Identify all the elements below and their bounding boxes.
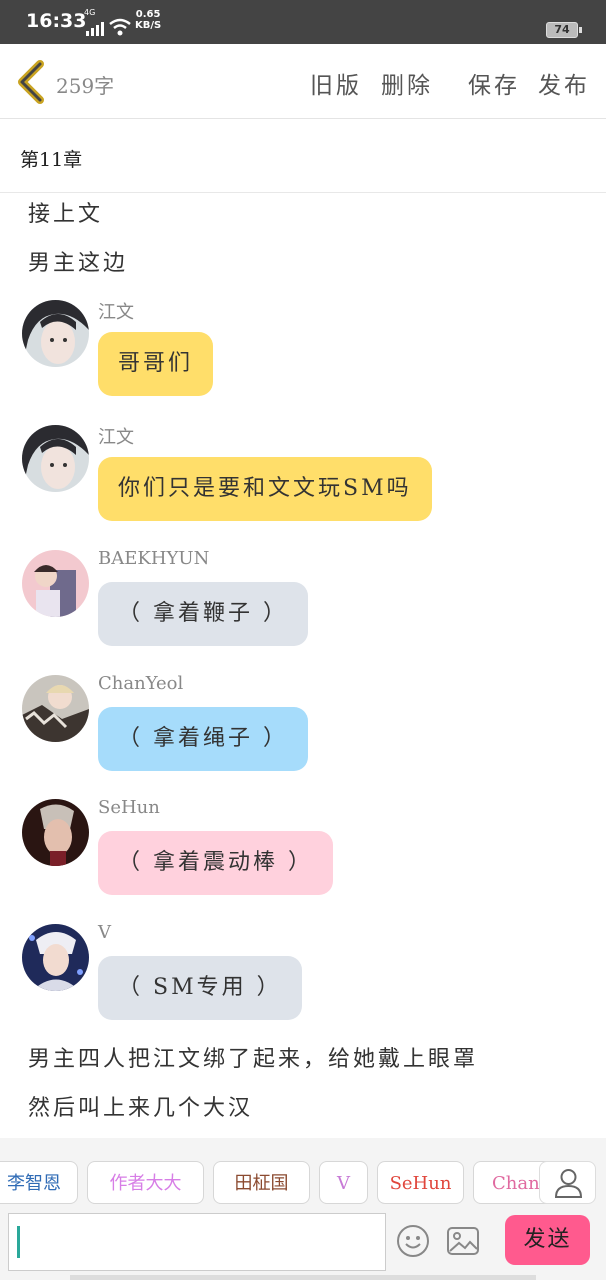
narration-line[interactable]: 然后叫上来几个大汉 bbox=[28, 1090, 253, 1122]
image-icon[interactable] bbox=[446, 1226, 480, 1256]
avatar[interactable] bbox=[22, 675, 89, 742]
message-bubble[interactable]: 哥哥们 bbox=[98, 332, 214, 396]
avatar[interactable] bbox=[22, 924, 89, 991]
signal-icon bbox=[86, 22, 104, 36]
character-chip[interactable]: 李智恩 bbox=[0, 1161, 78, 1204]
speed-value: 0.65 bbox=[135, 9, 161, 20]
message-bubble[interactable]: 你们只是要和文文玩SM吗 bbox=[98, 457, 432, 521]
network-type: 4G bbox=[84, 8, 96, 17]
character-manager-button[interactable] bbox=[539, 1161, 596, 1204]
character-chip[interactable]: SeHun bbox=[377, 1161, 464, 1204]
editor-toolbar: 259字 旧版 删除 保存 发布 bbox=[0, 44, 606, 119]
message-bubble[interactable]: （ 拿着震动棒 ） bbox=[98, 831, 333, 895]
avatar[interactable] bbox=[22, 799, 89, 866]
avatar[interactable] bbox=[22, 300, 89, 367]
back-arrow-icon[interactable] bbox=[14, 60, 46, 104]
sender-name: ChanYeol bbox=[98, 673, 184, 694]
sender-name: 江文 bbox=[98, 302, 134, 323]
narration-line[interactable]: 男主四人把江文绑了起来，给她戴上眼罩 bbox=[28, 1041, 478, 1073]
status-bar: 16:33 4G 0.65 KB/S 74 bbox=[0, 0, 606, 44]
sender-name: SeHun bbox=[98, 797, 160, 818]
message-bubble[interactable]: （ 拿着绳子 ） bbox=[98, 707, 308, 771]
nav-gesture-bar bbox=[70, 1275, 536, 1280]
message-input[interactable] bbox=[8, 1213, 386, 1271]
narration-line[interactable]: 接上文 bbox=[28, 196, 103, 228]
save-button[interactable]: 保存 bbox=[468, 66, 520, 100]
text-cursor bbox=[17, 1226, 20, 1258]
message-bubble[interactable]: （ 拿着鞭子 ） bbox=[98, 582, 308, 646]
input-bar: 发送 bbox=[0, 1208, 606, 1280]
status-time: 16:33 bbox=[26, 10, 87, 32]
avatar[interactable] bbox=[22, 550, 89, 617]
emoji-icon[interactable] bbox=[396, 1224, 430, 1258]
old-version-button[interactable]: 旧版 bbox=[310, 66, 362, 100]
message-bubble[interactable]: （ SM专用 ） bbox=[98, 956, 302, 1020]
chapter-title-field[interactable]: 第11章 bbox=[0, 119, 606, 193]
person-icon bbox=[554, 1169, 583, 1198]
chapter-title: 第11章 bbox=[20, 149, 83, 171]
character-chip[interactable]: 田柾国 bbox=[213, 1161, 310, 1204]
sender-name: V bbox=[98, 922, 111, 943]
character-chip[interactable]: V bbox=[319, 1161, 368, 1204]
character-chip[interactable]: 作者大大 bbox=[87, 1161, 204, 1204]
publish-button[interactable]: 发布 bbox=[538, 66, 590, 100]
speed-unit: KB/S bbox=[135, 20, 162, 31]
word-count: 259字 bbox=[56, 74, 115, 98]
narration-line[interactable]: 男主这边 bbox=[28, 245, 128, 277]
battery-icon: 74 bbox=[546, 22, 582, 38]
network-speed: 0.65 KB/S bbox=[135, 9, 161, 31]
wifi-icon bbox=[109, 18, 131, 36]
character-selector: 李智恩 作者大大 田柾国 V SeHun ChanYeol bbox=[0, 1138, 606, 1208]
avatar[interactable] bbox=[22, 425, 89, 492]
sender-name: BAEKHYUN bbox=[98, 548, 210, 569]
send-button[interactable]: 发送 bbox=[505, 1215, 590, 1265]
delete-button[interactable]: 删除 bbox=[381, 66, 433, 100]
sender-name: 江文 bbox=[98, 427, 134, 448]
